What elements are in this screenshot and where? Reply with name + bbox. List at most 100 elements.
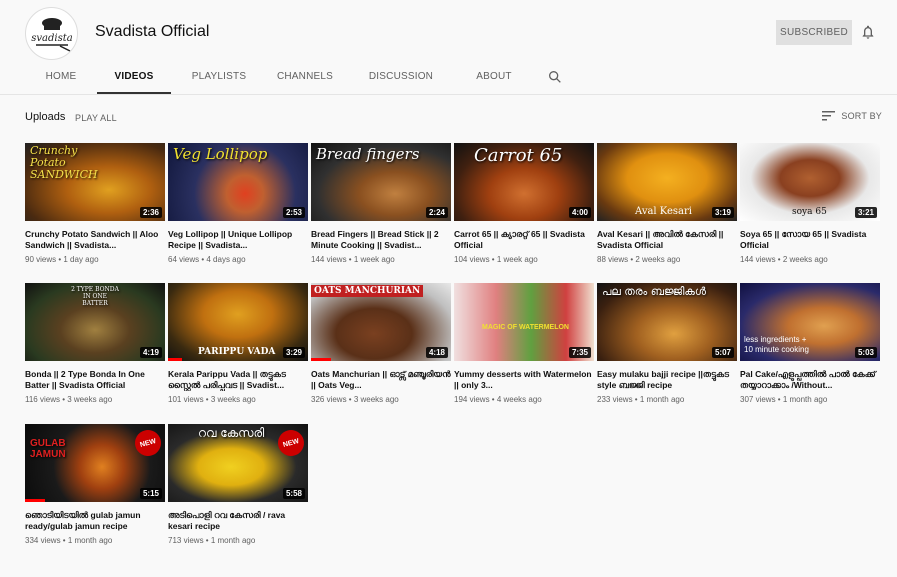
video-card[interactable]: less ingredients + 10 minute cooking 5:0… bbox=[740, 283, 880, 404]
video-card[interactable]: PARIPPU VADA 3:29 Kerala Parippu Vada ||… bbox=[168, 283, 308, 404]
video-meta: 144 views • 1 week ago bbox=[311, 255, 395, 264]
video-meta: 713 views • 1 month ago bbox=[168, 536, 256, 545]
video-duration: 3:19 bbox=[711, 207, 734, 218]
video-thumbnail[interactable]: soya 65 3:21 bbox=[740, 143, 880, 221]
video-duration: 5:03 bbox=[854, 347, 877, 358]
video-duration: 7:35 bbox=[568, 347, 591, 358]
video-card[interactable]: പല തരം ബജ്ജികൾ 5:07 Easy mulaku bajji re… bbox=[597, 283, 737, 404]
video-title[interactable]: Aval Kesari || അവിൽ കേസരി || Svadista Of… bbox=[597, 229, 737, 251]
video-title[interactable]: Kerala Parippu Vada || തട്ടുകട സ്റ്റൈൽ പ… bbox=[168, 369, 308, 391]
search-icon[interactable] bbox=[547, 69, 563, 85]
video-card[interactable]: Bread fingers 2:24 Bread Fingers || Brea… bbox=[311, 143, 451, 264]
video-thumbnail[interactable]: പല തരം ബജ്ജികൾ 5:07 bbox=[597, 283, 737, 361]
thumbnail-text: 2 TYPE BONDA IN ONE BATTER bbox=[71, 286, 119, 307]
video-meta: 104 views • 1 week ago bbox=[454, 255, 538, 264]
tab-channels[interactable]: CHANNELS bbox=[267, 63, 343, 95]
video-meta: 101 views • 3 weeks ago bbox=[168, 395, 256, 404]
chef-logo-icon: svadista bbox=[31, 17, 72, 52]
thumbnail-text: soya 65 bbox=[792, 207, 827, 217]
video-title[interactable]: Crunchy Potato Sandwich || Aloo Sandwich… bbox=[25, 229, 165, 251]
new-badge: NEW bbox=[132, 427, 164, 459]
thumbnail-text: Bread fingers bbox=[316, 145, 420, 163]
sort-by-label: SORT BY bbox=[841, 111, 882, 121]
video-card[interactable]: Veg Lollipop 2:53 Veg Lollipop || Unique… bbox=[168, 143, 308, 264]
video-card[interactable]: Carrot 65 4:00 Carrot 65 || ക്യാരറ്റ് 65… bbox=[454, 143, 594, 264]
thumbnail-text: Carrot 65 bbox=[474, 145, 563, 166]
video-card[interactable]: MAGIC OF WATERMELON 7:35 Yummy desserts … bbox=[454, 283, 594, 404]
video-title[interactable]: Yummy desserts with Watermelon || only 3… bbox=[454, 369, 594, 391]
subscribed-button[interactable]: SUBSCRIBED bbox=[776, 20, 852, 45]
bell-icon[interactable] bbox=[860, 24, 876, 40]
video-card[interactable]: soya 65 3:21 Soya 65 || സോയ 65 || Svadis… bbox=[740, 143, 880, 264]
video-thumbnail[interactable]: PARIPPU VADA 3:29 bbox=[168, 283, 308, 361]
video-title[interactable]: Bonda || 2 Type Bonda In One Batter || S… bbox=[25, 369, 165, 391]
video-meta: 88 views • 2 weeks ago bbox=[597, 255, 681, 264]
thumbnail-text: Veg Lollipop bbox=[173, 145, 268, 163]
video-title[interactable]: ഞൊടിയിടയിൽ gulab jamun ready/gulab jamun… bbox=[25, 510, 165, 532]
video-title[interactable]: Veg Lollipop || Unique Lollipop Recipe |… bbox=[168, 229, 308, 251]
thumbnail-text: less ingredients + 10 minute cooking bbox=[744, 335, 809, 354]
video-thumbnail[interactable]: Veg Lollipop 2:53 bbox=[168, 143, 308, 221]
thumbnail-text: GULAB JAMUN bbox=[30, 438, 66, 460]
video-meta: 64 views • 4 days ago bbox=[168, 255, 246, 264]
video-duration: 5:58 bbox=[282, 488, 305, 499]
thumbnail-text: റവ കേസരി bbox=[198, 426, 265, 440]
video-meta: 334 views • 1 month ago bbox=[25, 536, 113, 545]
tab-home[interactable]: HOME bbox=[25, 63, 97, 95]
video-thumbnail[interactable]: MAGIC OF WATERMELON 7:35 bbox=[454, 283, 594, 361]
watch-progress bbox=[311, 358, 331, 361]
tab-about[interactable]: ABOUT bbox=[459, 63, 529, 95]
video-thumbnail[interactable]: റവ കേസരി NEW 5:58 bbox=[168, 424, 308, 502]
video-duration: 2:24 bbox=[425, 207, 448, 218]
video-card[interactable]: GULAB JAMUN NEW 5:15 ഞൊടിയിടയിൽ gulab ja… bbox=[25, 424, 165, 545]
video-title[interactable]: Carrot 65 || ക്യാരറ്റ് 65 || Svadista Of… bbox=[454, 229, 594, 251]
thumbnail-text: Crunchy Potato SANDWICH bbox=[30, 144, 98, 181]
video-meta: 144 views • 2 weeks ago bbox=[740, 255, 828, 264]
channel-header: svadista Svadista Official SUBSCRIBED HO… bbox=[0, 0, 897, 95]
video-thumbnail[interactable]: less ingredients + 10 minute cooking 5:0… bbox=[740, 283, 880, 361]
tab-playlists[interactable]: PLAYLISTS bbox=[171, 63, 267, 95]
video-card[interactable]: Crunchy Potato SANDWICH 2:36 Crunchy Pot… bbox=[25, 143, 165, 264]
uploads-header: Uploads PLAY ALL SORT BY bbox=[25, 111, 882, 127]
video-duration: 4:18 bbox=[425, 347, 448, 358]
video-title[interactable]: Soya 65 || സോയ 65 || Svadista Official bbox=[740, 229, 880, 251]
video-card[interactable]: റവ കേസരി NEW 5:58 അടിപൊളി റവ കേസരി / rav… bbox=[168, 424, 308, 545]
video-duration: 3:21 bbox=[854, 207, 877, 218]
watch-progress bbox=[25, 499, 45, 502]
video-thumbnail[interactable]: GULAB JAMUN NEW 5:15 bbox=[25, 424, 165, 502]
new-badge: NEW bbox=[275, 427, 307, 459]
video-meta: 233 views • 1 month ago bbox=[597, 395, 685, 404]
video-thumbnail[interactable]: 2 TYPE BONDA IN ONE BATTER 4:19 bbox=[25, 283, 165, 361]
thumbnail-text: OATS MANCHURIAN bbox=[311, 285, 424, 297]
video-card[interactable]: OATS MANCHURIAN 4:18 Oats Manchurian || … bbox=[311, 283, 451, 404]
video-thumbnail[interactable]: Bread fingers 2:24 bbox=[311, 143, 451, 221]
video-thumbnail[interactable]: Crunchy Potato SANDWICH 2:36 bbox=[25, 143, 165, 221]
play-all-button[interactable]: PLAY ALL bbox=[75, 113, 117, 123]
video-duration: 2:53 bbox=[282, 207, 305, 218]
video-title[interactable]: Bread Fingers || Bread Stick || 2 Minute… bbox=[311, 229, 451, 251]
video-meta: 326 views • 3 weeks ago bbox=[311, 395, 399, 404]
video-title[interactable]: Easy mulaku bajji recipe ||തട്ടുകട style… bbox=[597, 369, 737, 391]
sort-by-button[interactable]: SORT BY bbox=[822, 111, 882, 121]
video-duration: 2:36 bbox=[139, 207, 162, 218]
channel-tabs: HOME VIDEOS PLAYLISTS CHANNELS DISCUSSIO… bbox=[25, 63, 563, 95]
video-thumbnail[interactable]: Carrot 65 4:00 bbox=[454, 143, 594, 221]
video-card[interactable]: Aval Kesari 3:19 Aval Kesari || അവിൽ കേസ… bbox=[597, 143, 737, 264]
video-card[interactable]: 2 TYPE BONDA IN ONE BATTER 4:19 Bonda ||… bbox=[25, 283, 165, 404]
uploads-title[interactable]: Uploads bbox=[25, 111, 65, 123]
video-thumbnail[interactable]: OATS MANCHURIAN 4:18 bbox=[311, 283, 451, 361]
video-thumbnail[interactable]: Aval Kesari 3:19 bbox=[597, 143, 737, 221]
tab-videos[interactable]: VIDEOS bbox=[97, 63, 171, 95]
video-title[interactable]: അടിപൊളി റവ കേസരി / rava kesari recipe bbox=[168, 510, 308, 532]
video-meta: 194 views • 4 weeks ago bbox=[454, 395, 542, 404]
channel-avatar[interactable]: svadista bbox=[25, 7, 78, 60]
thumbnail-text: പല തരം ബജ്ജികൾ bbox=[602, 285, 706, 298]
video-duration: 3:29 bbox=[282, 347, 305, 358]
thumbnail-text: Aval Kesari bbox=[635, 206, 692, 217]
video-title[interactable]: Pal Cake/എളുപ്പത്തിൽ പാൽ കേക്ക് തയ്യാറാക… bbox=[740, 369, 880, 391]
video-title[interactable]: Oats Manchurian || ഓട്സ് മഞ്ചൂരിയൻ || Oa… bbox=[311, 369, 451, 391]
video-duration: 5:07 bbox=[711, 347, 734, 358]
video-duration: 4:19 bbox=[139, 347, 162, 358]
channel-name[interactable]: Svadista Official bbox=[95, 23, 209, 41]
tab-discussion[interactable]: DISCUSSION bbox=[343, 63, 459, 95]
